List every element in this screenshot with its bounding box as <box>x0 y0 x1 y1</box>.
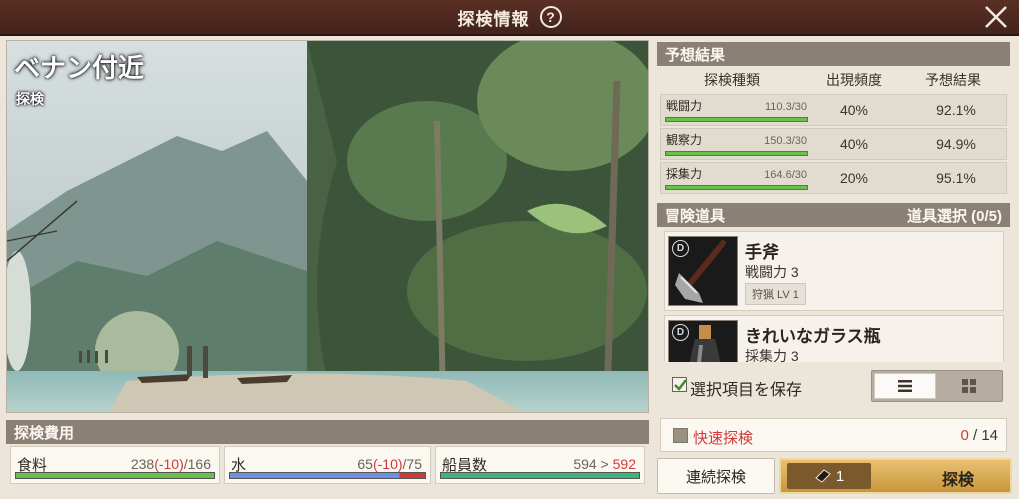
tool-tag: 狩猟 LV 1 <box>745 283 806 305</box>
forecast-row: 観察力 150.3/30 40% 94.9% <box>660 128 1007 160</box>
stat-bar <box>665 117 808 122</box>
food-delta: (-10) <box>154 456 184 472</box>
cost-header: 探検費用 <box>6 420 649 444</box>
crew-bar <box>440 472 640 479</box>
crew-cost: 船員数 594 > 592 <box>435 446 645 484</box>
glass-bottle-icon: D <box>668 320 738 362</box>
stat-value: 164.6/30 <box>764 169 807 181</box>
water-cost: 水 65(-10)/75 <box>224 446 431 484</box>
tools-title: 冒険道具 <box>665 207 726 225</box>
water-current: 65 <box>357 456 373 472</box>
forecast-row: 戦闘力 110.3/30 40% 92.1% <box>660 94 1007 126</box>
continuous-explore-button[interactable]: 連続探検 <box>657 458 775 494</box>
tool-name: きれいなガラス瓶 <box>745 327 881 346</box>
stat-label: 観察力 <box>666 133 703 147</box>
quick-explore-checkbox[interactable] <box>673 428 688 443</box>
tool-item[interactable]: D 手斧 戦闘力 3 狩猟 LV 1 <box>664 231 1004 311</box>
save-selection-label[interactable]: 選択項目を保存 <box>690 376 802 400</box>
help-icon[interactable]: ? <box>539 6 562 28</box>
quick-current: 0 <box>960 427 969 444</box>
food-value: 238(-10)/166 <box>131 456 211 472</box>
column-header-result: 予想結果 <box>925 72 981 88</box>
save-selection-row: 選択項目を保存 <box>660 364 1007 406</box>
result-value: 95.1% <box>936 170 976 186</box>
crew-from: 594 > <box>573 456 613 472</box>
crew-to: 592 <box>612 456 636 472</box>
list-icon <box>898 380 912 392</box>
water-max: /75 <box>402 456 422 472</box>
forecast-header: 予想結果 <box>657 42 1010 66</box>
stat-value: 150.3/30 <box>764 135 807 147</box>
grid-icon <box>962 379 976 393</box>
quick-explore-count: 0 / 14 <box>960 427 998 444</box>
location-type: 探検 <box>16 91 44 107</box>
water-bar <box>229 472 426 479</box>
water-delta: (-10) <box>372 456 403 472</box>
cost-title: 探検費用 <box>14 424 75 442</box>
grade-badge: D <box>672 324 689 341</box>
title-bar: 探検情報 ? <box>0 0 1019 36</box>
water-value: 65(-10)/75 <box>357 456 422 472</box>
tool-item[interactable]: D きれいなガラス瓶 採集力 3 <box>664 315 1004 362</box>
result-value: 94.9% <box>936 136 976 152</box>
tools-header: 冒険道具 道具選択 (0/5) <box>657 203 1010 227</box>
food-cost: 食料 238(-10)/166 <box>10 446 220 484</box>
tool-name: 手斧 <box>745 243 779 262</box>
stat-value: 110.3/30 <box>764 101 807 113</box>
list-view-button[interactable] <box>874 373 936 399</box>
save-selection-checkbox[interactable] <box>672 377 687 392</box>
tool-stat: 戦闘力 3 <box>745 264 799 280</box>
window-title: 探検情報 <box>457 9 530 29</box>
food-max: /166 <box>183 456 211 472</box>
grade-badge: D <box>672 240 689 257</box>
quick-total: / 14 <box>968 427 998 444</box>
result-value: 92.1% <box>936 102 976 118</box>
tool-stat: 採集力 3 <box>745 348 799 362</box>
stat-label: 戦闘力 <box>666 99 703 113</box>
frequency-value: 40% <box>839 136 869 152</box>
frequency-value: 40% <box>839 102 869 118</box>
grid-view-button[interactable] <box>938 373 1000 399</box>
frequency-value: 20% <box>839 170 869 186</box>
quick-explore-row: 快速探検 0 / 14 <box>660 418 1007 452</box>
location-illustration <box>6 40 649 413</box>
explore-button[interactable]: 1 探検 <box>779 458 1012 494</box>
hand-axe-icon: D <box>668 236 738 306</box>
view-toggle <box>871 370 1003 402</box>
food-current: 238 <box>130 456 155 472</box>
check-icon <box>674 379 687 391</box>
food-bar <box>15 472 215 479</box>
ticket-count: 1 <box>787 463 871 489</box>
stat-bar <box>665 151 808 156</box>
location-name: ベナン付近 <box>14 53 145 83</box>
stat-bar <box>665 185 808 190</box>
stat-label: 採集力 <box>666 167 703 181</box>
close-icon[interactable] <box>983 4 1009 30</box>
quick-explore-label[interactable]: 快速探検 <box>693 427 753 448</box>
tool-select-count[interactable]: 道具選択 (0/5) <box>907 205 1002 226</box>
crew-value: 594 > 592 <box>573 456 636 472</box>
ticket-count-value: 1 <box>835 467 845 485</box>
ticket-icon <box>815 469 831 483</box>
tool-list[interactable]: D 手斧 戦闘力 3 狩猟 LV 1 D きれいなガラス瓶 採集力 3 <box>660 229 1007 362</box>
column-header-type: 探検種類 <box>704 72 760 88</box>
explore-label: 探検 <box>941 472 974 489</box>
forecast-row: 採集力 164.6/30 20% 95.1% <box>660 162 1007 194</box>
forecast-title: 予想結果 <box>665 46 726 64</box>
column-header-frequency: 出現頻度 <box>826 72 882 88</box>
